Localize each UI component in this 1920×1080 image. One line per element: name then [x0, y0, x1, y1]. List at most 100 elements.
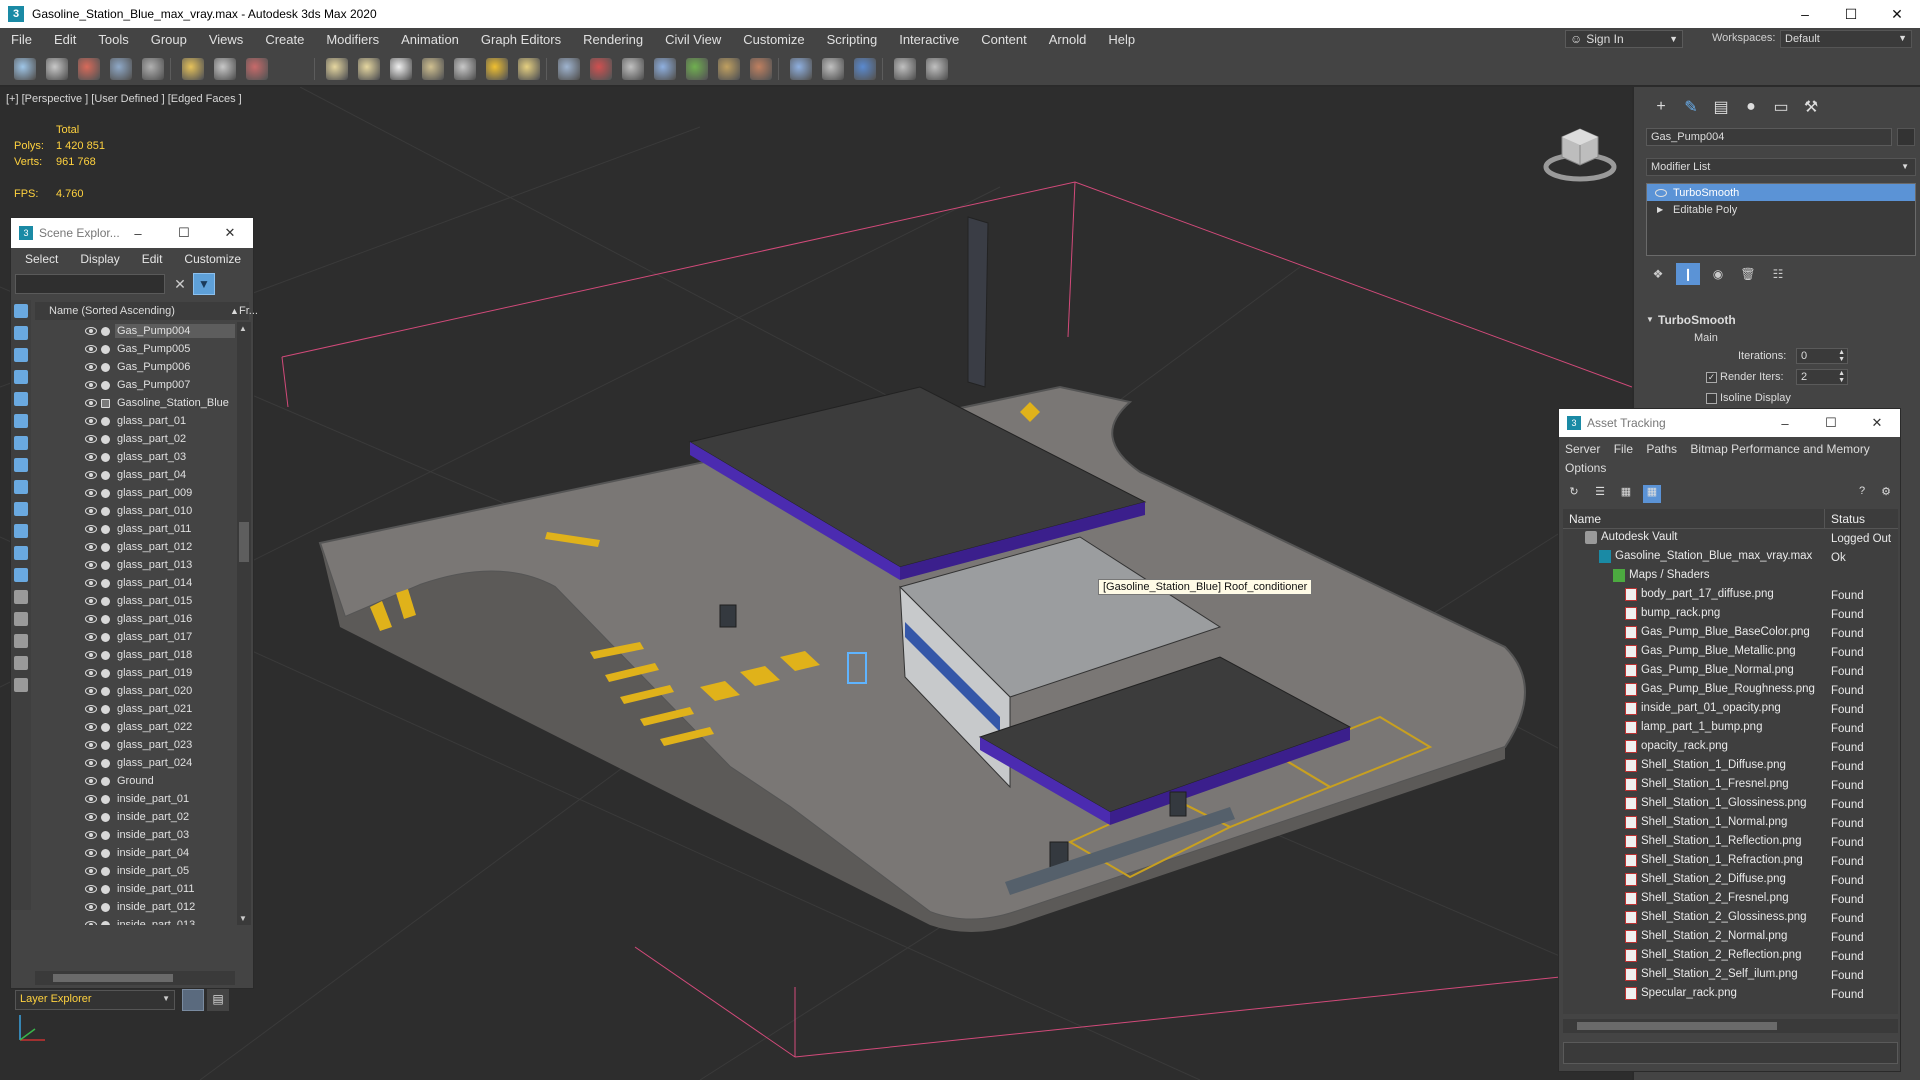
table-row[interactable]: bump_rack.png Found [1563, 605, 1898, 624]
eye-icon[interactable] [85, 759, 97, 767]
list-item[interactable]: inside_part_05 [35, 862, 235, 880]
table-row[interactable]: Gas_Pump_Blue_BaseColor.png Found [1563, 624, 1898, 643]
scrollbar-thumb[interactable] [53, 974, 173, 982]
asset-tracking-titlebar[interactable]: 3 Asset Tracking – ☐ ✕ [1559, 409, 1900, 437]
light-filter-icon[interactable] [14, 348, 28, 362]
spinner-arrows-icon[interactable]: ▲ ▼ [1838, 370, 1845, 384]
menu-bitmap-performance[interactable]: Bitmap Performance and Memory [1690, 442, 1869, 456]
bind-space-warp-icon[interactable] [142, 58, 164, 80]
eye-icon[interactable] [85, 453, 97, 461]
close-button[interactable]: ✕ [1874, 0, 1920, 28]
scroll-up-icon[interactable]: ▲ [239, 324, 247, 333]
tree-view-icon[interactable]: ▦ [1617, 485, 1635, 503]
iterations-spinner[interactable]: 0 ▲ ▼ [1796, 348, 1848, 364]
eye-icon[interactable] [85, 723, 97, 731]
utilities-tab-icon[interactable]: ⚒ [1796, 95, 1826, 119]
table-row[interactable]: Shell_Station_2_Glossiness.png Found [1563, 909, 1898, 928]
list-item[interactable]: glass_part_015 [35, 592, 235, 610]
menu-paths[interactable]: Paths [1646, 442, 1677, 456]
list-item[interactable]: inside_part_013 [35, 916, 235, 925]
render-setup-icon[interactable] [822, 58, 844, 80]
sign-in-dropdown[interactable]: ☺ Sign In ▼ [1565, 30, 1683, 48]
list-item[interactable]: glass_part_024 [35, 754, 235, 772]
menu-customize[interactable]: Customize [732, 32, 815, 47]
cone-icon[interactable] [454, 58, 476, 80]
list-item[interactable]: inside_part_02 [35, 808, 235, 826]
eye-icon[interactable] [85, 669, 97, 677]
menu-help[interactable]: Help [1097, 32, 1146, 47]
light-icon[interactable] [518, 58, 540, 80]
menu-options[interactable]: Options [1565, 461, 1606, 475]
maximize-button[interactable]: ☐ [161, 218, 207, 248]
list-item[interactable]: inside_part_01 [35, 790, 235, 808]
redo-icon[interactable] [46, 58, 68, 80]
shape-filter-icon[interactable] [14, 326, 28, 340]
refresh-icon[interactable]: ↻ [1565, 485, 1583, 503]
collapse-arrow-icon[interactable]: ▼ [1646, 315, 1654, 324]
find-icon[interactable] [14, 634, 28, 648]
stack-item-turbosmooth[interactable]: TurboSmooth [1647, 184, 1915, 201]
table-row[interactable]: Gas_Pump_Blue_Roughness.png Found [1563, 681, 1898, 700]
viewcube-icon[interactable] [1540, 117, 1620, 187]
minimize-button[interactable]: – [115, 218, 161, 248]
figure-icon[interactable] [622, 58, 644, 80]
eye-icon[interactable] [85, 417, 97, 425]
table-row[interactable]: Gas_Pump_Blue_Normal.png Found [1563, 662, 1898, 681]
table-row[interactable]: Shell_Station_2_Normal.png Found [1563, 928, 1898, 947]
layer-explorer-dropdown[interactable]: Layer Explorer ▼ [15, 990, 175, 1010]
list-item[interactable]: glass_part_021 [35, 700, 235, 718]
table-row[interactable]: Shell_Station_1_Refraction.png Found [1563, 852, 1898, 871]
list-item[interactable]: Ground [35, 772, 235, 790]
particle-icon[interactable] [558, 58, 580, 80]
table-row[interactable]: opacity_rack.png Found [1563, 738, 1898, 757]
menu-graph-editors[interactable]: Graph Editors [470, 32, 572, 47]
workspace-select[interactable]: Default ▼ [1780, 30, 1912, 48]
eye-icon[interactable] [85, 543, 97, 551]
menu-tools[interactable]: Tools [87, 32, 139, 47]
list-item[interactable]: glass_part_023 [35, 736, 235, 754]
undo-icon[interactable] [14, 58, 36, 80]
list-item[interactable]: glass_part_017 [35, 628, 235, 646]
hierarchy-icon[interactable]: ▤ [207, 989, 229, 1011]
turbosmooth-rollout-header[interactable]: ▼ TurboSmooth [1644, 313, 1916, 331]
eye-icon[interactable] [85, 633, 97, 641]
expand-arrow-icon[interactable]: ▶ [1657, 205, 1663, 214]
list-item[interactable]: glass_part_011 [35, 520, 235, 538]
eye-icon[interactable] [85, 435, 97, 443]
xref-filter-icon[interactable] [14, 458, 28, 472]
sphere-icon[interactable] [390, 58, 412, 80]
table-row[interactable]: Shell_Station_1_Fresnel.png Found [1563, 776, 1898, 795]
list-item[interactable]: Gas_Pump005 [35, 340, 235, 358]
eye-icon[interactable] [85, 903, 97, 911]
select-link-icon[interactable] [78, 58, 100, 80]
list-view-icon[interactable]: ☰ [1591, 485, 1609, 503]
maximize-button[interactable]: ☐ [1828, 0, 1874, 28]
make-unique-icon[interactable]: ◉ [1706, 263, 1730, 285]
list-item[interactable]: glass_part_020 [35, 682, 235, 700]
invert-filter-icon[interactable] [14, 612, 28, 626]
table-row[interactable]: inside_part_01_opacity.png Found [1563, 700, 1898, 719]
spacewarp-filter-icon[interactable] [14, 414, 28, 428]
menu-civil-view[interactable]: Civil View [654, 32, 732, 47]
menu-select[interactable]: Select [11, 252, 66, 266]
table-row[interactable]: lamp_part_1_bump.png Found [1563, 719, 1898, 738]
bone-filter-icon[interactable] [14, 480, 28, 494]
select-by-name-icon[interactable] [246, 58, 268, 80]
object-color-swatch[interactable] [1897, 128, 1915, 146]
menu-arnold[interactable]: Arnold [1038, 32, 1098, 47]
menu-content[interactable]: Content [970, 32, 1038, 47]
table-view-icon[interactable]: ▦ [1643, 485, 1661, 503]
eye-icon[interactable] [85, 831, 97, 839]
motion-tab-icon[interactable]: ● [1736, 95, 1766, 119]
eye-icon[interactable] [1655, 188, 1667, 197]
hair-icon[interactable] [718, 58, 740, 80]
list-item[interactable]: inside_part_04 [35, 844, 235, 862]
eye-icon[interactable] [85, 651, 97, 659]
geometry-filter-icon[interactable] [14, 304, 28, 318]
eye-icon[interactable] [85, 795, 97, 803]
help-icon[interactable]: ? [1853, 485, 1871, 503]
menu-edit[interactable]: Edit [43, 32, 87, 47]
teapot-icon[interactable] [422, 58, 444, 80]
list-item[interactable]: glass_part_03 [35, 448, 235, 466]
eye-icon[interactable] [85, 489, 97, 497]
